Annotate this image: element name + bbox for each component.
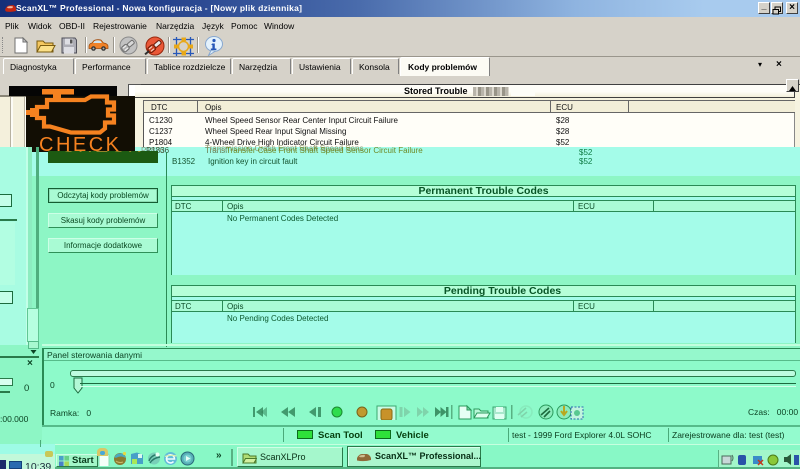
svg-text:CHECK: CHECK (39, 134, 122, 152)
